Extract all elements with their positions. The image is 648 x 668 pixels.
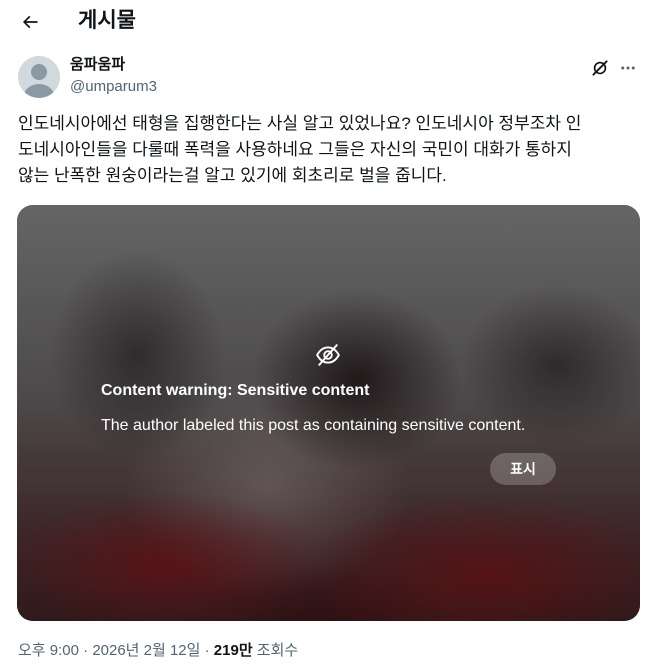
post-header: 게시물 xyxy=(0,0,648,44)
page-title: 게시물 xyxy=(78,9,136,32)
author-handle[interactable]: @umparum3 xyxy=(70,77,157,97)
back-button[interactable] xyxy=(14,6,46,38)
meta-separator: · xyxy=(200,642,214,659)
post-date[interactable]: 2026년 2월 12일 xyxy=(92,642,200,659)
post-text-line: 도네시아인들을 다룰때 폭력을 사용하네요 그들은 자신의 국민이 대화가 통하… xyxy=(18,140,572,159)
post-text: 인도네시아에선 태형을 집행한다는 사실 알고 있었나요? 인도네시아 정부조차… xyxy=(18,111,632,189)
post-time[interactable]: 오후 9:00 xyxy=(18,642,79,659)
show-media-button[interactable]: 표시 xyxy=(490,453,556,485)
arrow-left-icon xyxy=(22,15,38,29)
avatar[interactable] xyxy=(18,56,60,98)
grok-button[interactable] xyxy=(586,54,614,82)
content-warning-description: The author labeled this post as containi… xyxy=(101,417,526,434)
eye-slash-icon xyxy=(316,344,340,366)
more-button[interactable] xyxy=(614,54,642,82)
grok-icon xyxy=(592,60,608,76)
post-text-line: 인도네시아에선 태형을 집행한다는 사실 알고 있었나요? 인도네시아 정부조차… xyxy=(18,114,582,133)
meta-separator: · xyxy=(78,642,93,659)
post-meta: 오후 9:00 · 2026년 2월 12일 · 219만 조회수 xyxy=(18,641,298,661)
author-row: 움파움파 @umparum3 xyxy=(0,52,648,100)
media-overlay xyxy=(17,205,640,621)
sensitive-media[interactable]: Content warning: Sensitive content The a… xyxy=(17,205,640,621)
author-display-name[interactable]: 움파움파 xyxy=(70,55,125,75)
content-warning-title: Content warning: Sensitive content xyxy=(101,382,370,399)
views-label: 조회수 xyxy=(252,642,299,659)
default-avatar-icon xyxy=(18,56,60,98)
more-horizontal-icon xyxy=(621,66,635,70)
views-count: 219만 xyxy=(213,642,253,659)
post-text-line: 않는 난폭한 원숭이라는걸 알고 있기에 회초리로 벌을 줍니다. xyxy=(18,166,447,185)
